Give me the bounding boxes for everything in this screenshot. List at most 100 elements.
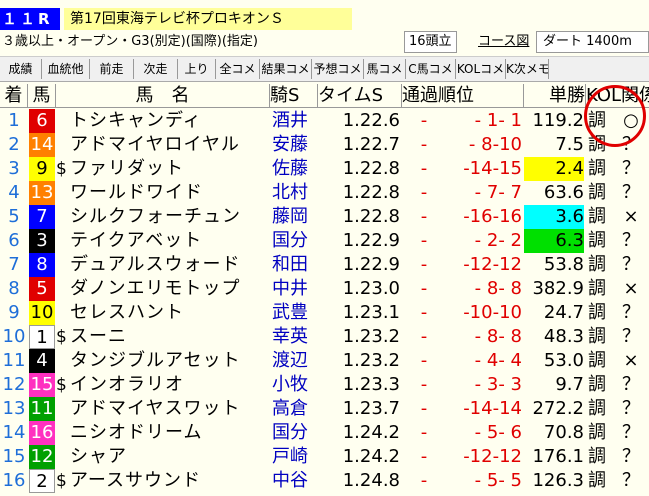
table-row[interactable]: 13 11 アドマイヤスワット 高倉 1.23.7- -14-14 272.2 調 ？ — [0, 397, 649, 421]
passing-order: -12-12 — [463, 254, 522, 275]
training-note: 調 — [588, 374, 606, 395]
finish-time: 1.22.9 — [342, 254, 400, 275]
finish-time: 1.22.6 — [342, 110, 400, 131]
table-row[interactable]: 4 13 ワールドワイド 北村 1.22.8- - 7- 7 63.6 調 ？ — [0, 181, 649, 205]
training-note: 調 — [588, 470, 606, 491]
table-row[interactable]: 16 2 $ アースサウンド 中谷 1.24.8- - 5- 5 126.3 調 ？ — [0, 469, 649, 493]
horse-number: 1 — [29, 325, 55, 349]
horse-name[interactable]: アースサウンド — [70, 469, 270, 493]
mark — [56, 133, 70, 157]
toolbar-button-11[interactable]: KOLコメ — [456, 59, 506, 79]
col-pass[interactable]: 通過順位 — [402, 84, 524, 108]
training-note: 調 — [588, 110, 606, 131]
table-row[interactable]: 9 10 セレスハント 武豊 1.23.1- -10-10 24.7 調 ？ — [0, 301, 649, 325]
training-note: 調 — [588, 326, 606, 347]
passing-order: - 7- 7 — [474, 182, 522, 203]
passing-dash: - — [420, 422, 428, 443]
mark — [56, 253, 70, 277]
horse-number: 2 — [29, 469, 55, 493]
table-row[interactable]: 3 9 $ ファリダット 佐藤 1.22.8- -14-15 2.4 調 ？ — [0, 157, 649, 181]
finish-position: 5 — [8, 206, 20, 227]
col-time[interactable]: タイムS — [318, 84, 402, 108]
horse-number: 11 — [29, 397, 55, 421]
passing-order: -14-14 — [463, 398, 522, 419]
passing-order: - 8- 8 — [474, 326, 522, 347]
toolbar-button-5[interactable]: 上り — [178, 59, 216, 79]
table-row[interactable]: 1 6 トシキャンディ 酒井 1.22.6- - 1- 1 119.2 調 ○ — [0, 109, 649, 133]
passing-dash: - — [420, 374, 428, 395]
horse-name[interactable]: ニシオドリーム — [70, 421, 270, 445]
table-row[interactable]: 10 1 $ スーニ 幸英 1.23.2- - 8- 8 48.3 調 ？ — [0, 325, 649, 349]
passing-order: - 8- 8 — [474, 278, 522, 299]
col-uma[interactable]: 馬 — [28, 84, 56, 108]
kol-mark: ？ — [622, 470, 640, 491]
training-note: 調 — [588, 134, 606, 155]
table-row[interactable]: 15 12 シャア 戸崎 1.24.2- -12-12 176.1 調 ？ — [0, 445, 649, 469]
win-odds: 6.3 — [524, 229, 584, 253]
mark — [56, 421, 70, 445]
toolbar-button-10[interactable]: C馬コメ — [406, 59, 456, 79]
horse-name[interactable]: アドマイヤスワット — [70, 397, 270, 421]
horse-name[interactable]: デュアルスウォード — [70, 253, 270, 277]
mark — [56, 445, 70, 469]
passing-order: - 5- 6 — [474, 422, 522, 443]
finish-time: 1.24.2 — [342, 446, 400, 467]
horse-name[interactable]: ダノンエリモトップ — [70, 277, 270, 301]
jockey: 安藤 — [272, 134, 308, 155]
horse-name[interactable]: テイクアベット — [70, 229, 270, 253]
horse-name[interactable]: ワールドワイド — [70, 181, 270, 205]
col-odds[interactable]: 単勝 — [524, 84, 586, 108]
table-row[interactable]: 12 15 $ インオラリオ 小牧 1.23.3- - 3- 3 9.7 調 ？ — [0, 373, 649, 397]
horse-name[interactable]: シルクフォーチュン — [70, 205, 270, 229]
col-chaku[interactable]: 着 — [0, 84, 28, 108]
table-row[interactable]: 11 4 タンジブルアセット 渡辺 1.23.2- - 4- 4 53.0 調 × — [0, 349, 649, 373]
passing-dash: - — [420, 182, 428, 203]
horse-number: 4 — [29, 349, 55, 373]
finish-position: 9 — [8, 302, 20, 323]
toolbar-button-7[interactable]: 結果コメ — [260, 59, 312, 79]
toolbar-button-2[interactable]: 血統他 — [42, 59, 90, 79]
toolbar-button-12[interactable]: K次メモ — [506, 59, 549, 79]
table-row[interactable]: 5 7 シルクフォーチュン 藤岡 1.22.8- -16-16 3.6 調 × — [0, 205, 649, 229]
jockey: 中谷 — [272, 470, 308, 491]
toolbar-button-9[interactable]: 馬コメ — [364, 59, 406, 79]
kol-mark: ？ — [622, 374, 640, 395]
horse-name[interactable]: インオラリオ — [70, 373, 270, 397]
course-map-link[interactable]: コース図 — [478, 31, 529, 53]
race-number: １１R — [0, 8, 60, 30]
horse-name[interactable]: アドマイヤロイヤル — [70, 133, 270, 157]
horse-name[interactable]: トシキャンディ — [70, 109, 270, 133]
col-kol[interactable]: KOL関係 — [586, 84, 649, 108]
horse-name[interactable]: ファリダット — [70, 157, 270, 181]
finish-time: 1.23.2 — [342, 350, 400, 371]
passing-dash: - — [420, 230, 428, 251]
table-row[interactable]: 7 8 デュアルスウォード 和田 1.22.9- -12-12 53.8 調 ？ — [0, 253, 649, 277]
toolbar-button-8[interactable]: 予想コメ — [312, 59, 364, 79]
finish-time: 1.22.7 — [342, 134, 400, 155]
training-note: 調 — [588, 206, 606, 227]
training-note: 調 — [588, 254, 606, 275]
horse-name[interactable]: シャア — [70, 445, 270, 469]
finish-time: 1.24.2 — [342, 422, 400, 443]
finish-position: 13 — [2, 398, 26, 419]
horse-name[interactable]: タンジブルアセット — [70, 349, 270, 373]
table-row[interactable]: 6 3 テイクアベット 国分 1.22.9- - 2- 2 6.3 調 ？ — [0, 229, 649, 253]
table-row[interactable]: 14 16 ニシオドリーム 国分 1.24.2- - 5- 6 70.8 調 ？ — [0, 421, 649, 445]
win-odds: 176.1 — [532, 446, 584, 467]
toolbar-button-3[interactable]: 前走 — [90, 59, 134, 79]
table-row[interactable]: 2 14 アドマイヤロイヤル 安藤 1.22.7- - 8-10 7.5 調 ？ — [0, 133, 649, 157]
win-odds: 272.2 — [532, 398, 584, 419]
toolbar-button-1[interactable]: 成績 — [0, 59, 42, 79]
jockey: 和田 — [272, 254, 308, 275]
finish-position: 15 — [2, 446, 26, 467]
kol-mark: ？ — [622, 158, 640, 179]
race-title: 第17回東海テレビ杯プロキオンＳ — [64, 8, 352, 30]
table-row[interactable]: 8 5 ダノンエリモトップ 中井 1.23.0- - 8- 8 382.9 調 × — [0, 277, 649, 301]
toolbar-button-6[interactable]: 全コメ — [216, 59, 260, 79]
toolbar-button-4[interactable]: 次走 — [134, 59, 178, 79]
horse-name[interactable]: セレスハント — [70, 301, 270, 325]
col-name[interactable]: 馬 名 — [56, 84, 270, 108]
win-odds: 382.9 — [532, 278, 584, 299]
col-jockey[interactable]: 騎S — [270, 84, 318, 108]
horse-name[interactable]: スーニ — [70, 325, 270, 349]
